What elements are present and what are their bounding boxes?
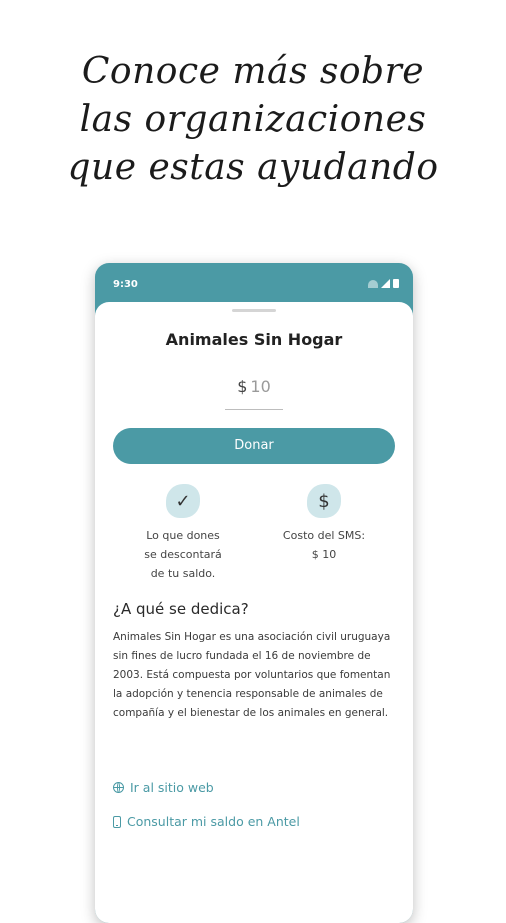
info-line: de tu saldo. xyxy=(150,567,216,580)
website-link-label: Ir al sitio web xyxy=(130,780,214,795)
info-line: se descontará xyxy=(144,548,222,561)
phone-mockup: 9:30 Animales Sin Hogar $10 Donar ✓ Lo q… xyxy=(95,263,413,923)
info-line: $ 10 xyxy=(311,548,337,561)
amount-value[interactable]: 10 xyxy=(250,377,270,396)
about-title: ¿A qué se dedica? xyxy=(113,600,249,618)
info-line: Costo del SMS: xyxy=(282,529,366,542)
headline-line: las organizaciones xyxy=(79,99,427,140)
headline-line: Conoce más sobre xyxy=(81,51,425,92)
status-time: 9:30 xyxy=(113,279,138,290)
status-icons xyxy=(368,279,399,288)
donate-button[interactable]: Donar xyxy=(113,428,395,464)
amount-input[interactable]: $10 xyxy=(225,377,283,410)
status-bar: 9:30 xyxy=(95,263,413,303)
info-balance-text: Lo que dones se descontará de tu saldo. xyxy=(118,526,248,583)
globe-icon xyxy=(113,782,124,793)
info-sms-cost: $ Costo del SMS: $ 10 xyxy=(259,484,389,564)
info-sms-text: Costo del SMS: $ 10 xyxy=(259,526,389,564)
check-icon: ✓ xyxy=(166,484,200,518)
battery-icon xyxy=(393,279,399,288)
balance-link[interactable]: Consultar mi saldo en Antel xyxy=(113,814,300,829)
currency-symbol: $ xyxy=(237,377,248,396)
website-link[interactable]: Ir al sitio web xyxy=(113,780,214,795)
balance-link-label: Consultar mi saldo en Antel xyxy=(127,814,300,829)
organization-title: Animales Sin Hogar xyxy=(165,330,343,349)
wifi-icon xyxy=(368,279,378,288)
info-line: Lo que dones xyxy=(146,529,220,542)
signal-icon xyxy=(381,279,390,288)
about-description: Animales Sin Hogar es una asociación civ… xyxy=(113,631,391,719)
organization-sheet: Animales Sin Hogar $10 Donar ✓ Lo que do… xyxy=(95,302,413,923)
phone-icon xyxy=(113,815,121,828)
headline-line: que estas ayudando xyxy=(67,147,439,188)
drag-handle[interactable] xyxy=(232,309,276,312)
headline: Conoce más sobre las organizaciones que … xyxy=(0,48,506,192)
info-balance: ✓ Lo que dones se descontará de tu saldo… xyxy=(118,484,248,583)
dollar-icon: $ xyxy=(307,484,341,518)
